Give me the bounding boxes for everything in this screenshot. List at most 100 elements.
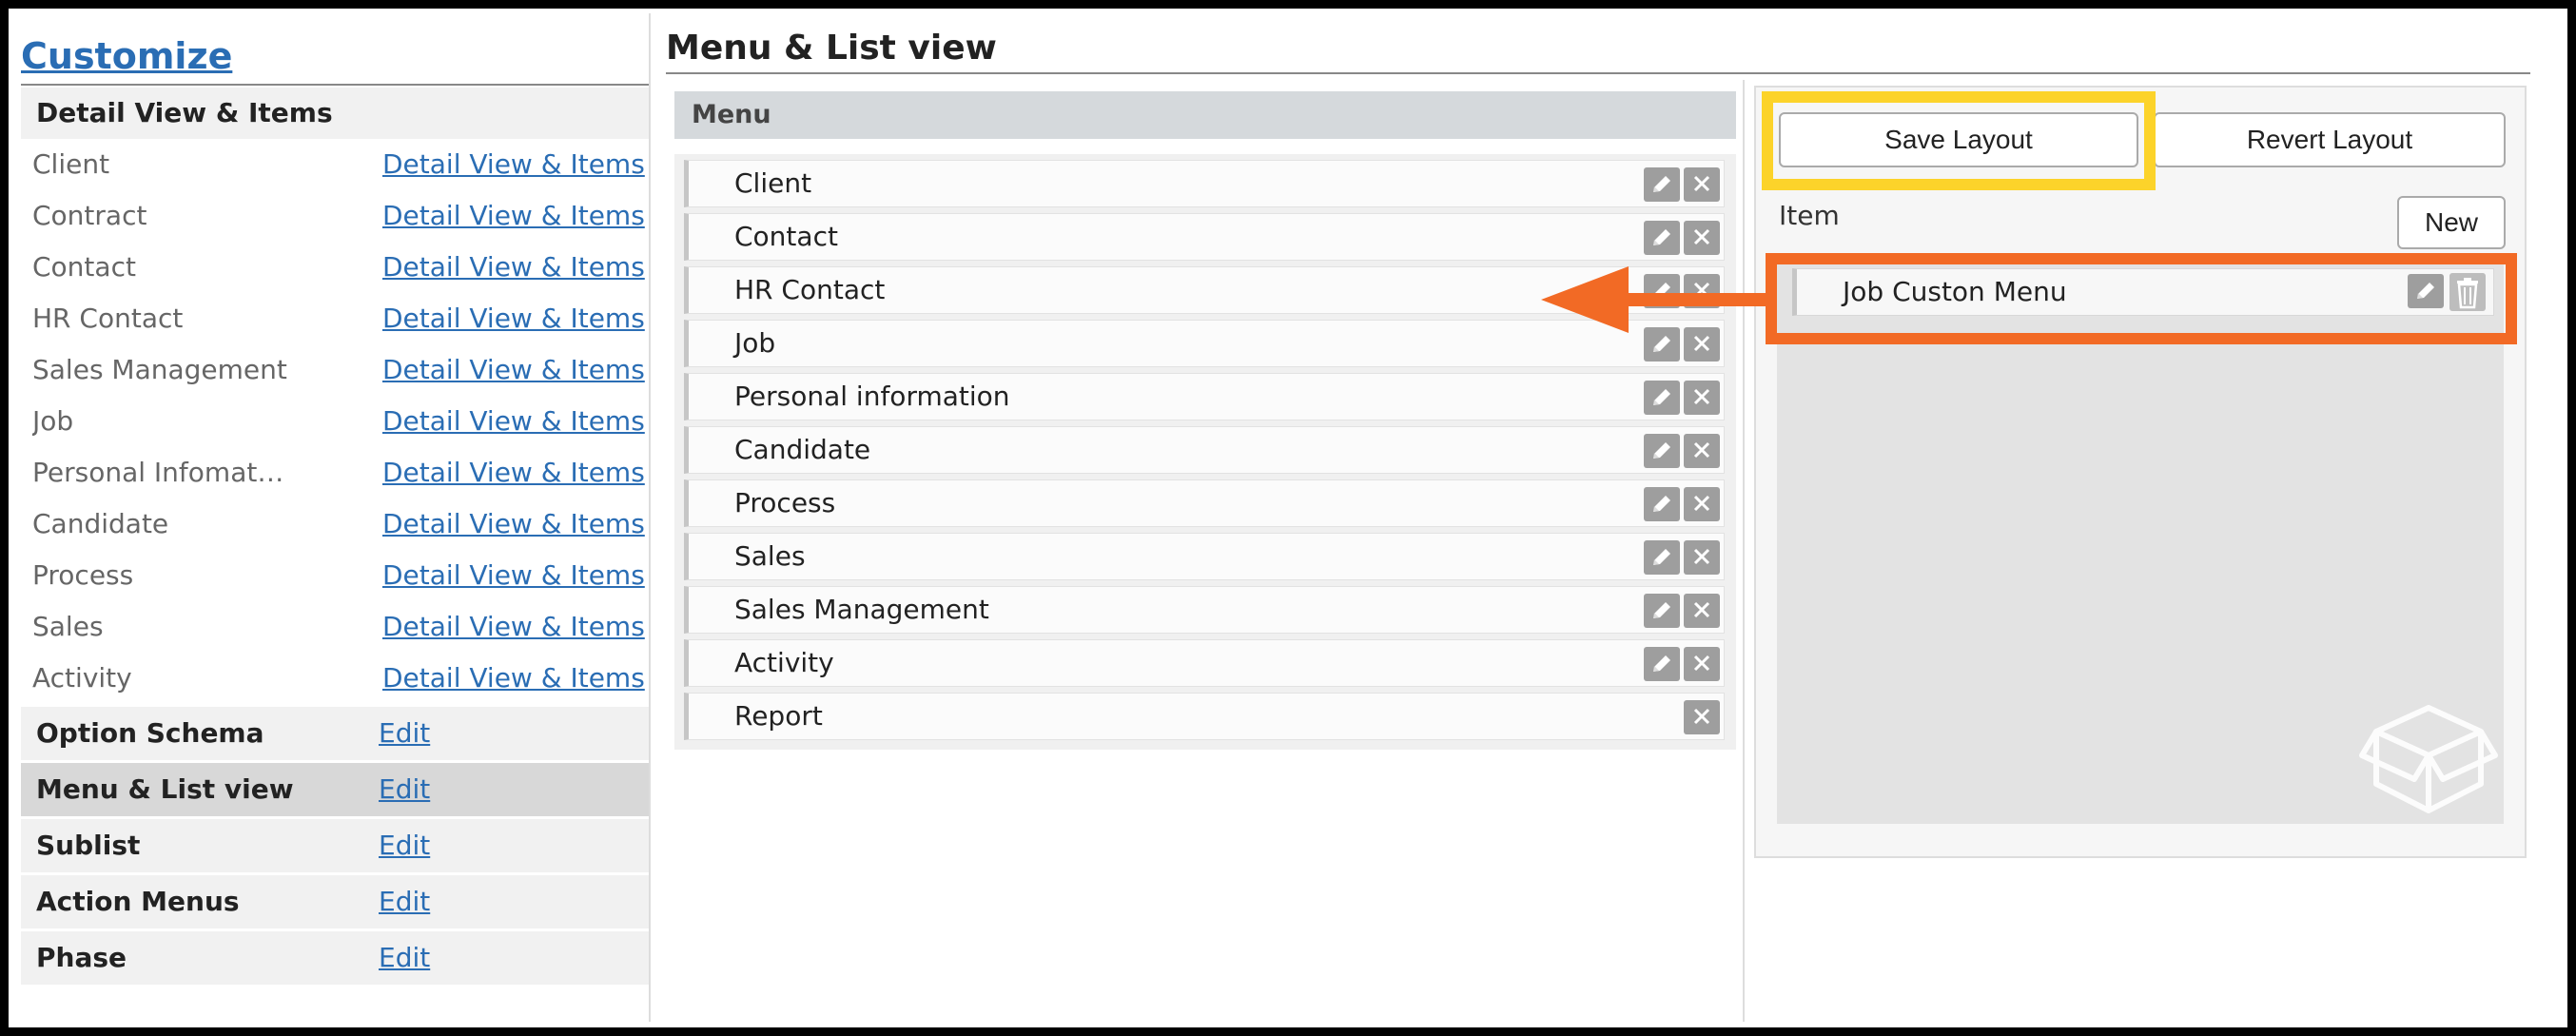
group-label: Menu & List view <box>36 773 294 805</box>
edit-link[interactable]: Edit <box>379 707 430 760</box>
section-head-detail-view: Detail View & Items <box>21 88 649 139</box>
menu-item-label: Process <box>734 487 836 518</box>
item-label: Item <box>1779 200 1840 231</box>
menu-panel: Menu Client Contact HR Contact Job Personal … <box>674 91 1736 757</box>
edit-pencil-icon[interactable] <box>1644 221 1680 255</box>
group-label: Sublist <box>36 830 141 861</box>
customize-title-link[interactable]: Customize <box>21 29 649 84</box>
menu-header: Menu <box>674 91 1736 139</box>
detail-view-link[interactable]: Detail View & Items <box>382 447 645 498</box>
delete-x-icon[interactable] <box>1684 434 1720 468</box>
edit-pencil-icon[interactable] <box>1644 540 1680 575</box>
sidebar-row-process: Process Detail View & Items <box>21 550 649 601</box>
delete-x-icon[interactable] <box>1684 381 1720 415</box>
detail-view-link[interactable]: Detail View & Items <box>382 550 645 601</box>
menu-list-item[interactable]: Process <box>684 479 1725 527</box>
group-menu-list-view: Menu & List view Edit <box>21 763 649 816</box>
detail-view-link[interactable]: Detail View & Items <box>382 139 645 190</box>
save-highlight-box <box>1762 91 2156 190</box>
menu-list-item[interactable]: Sales Management <box>684 586 1725 634</box>
menu-list-item[interactable]: Report <box>684 693 1725 740</box>
detail-view-link[interactable]: Detail View & Items <box>382 601 645 653</box>
menu-list-item[interactable]: Contact <box>684 213 1725 261</box>
sidebar-row-label: Process <box>32 559 134 591</box>
menu-item-label: Sales Management <box>734 594 989 625</box>
sidebar-row-label: Client <box>32 148 110 180</box>
menu-item-label: Activity <box>734 647 834 678</box>
menu-item-label: Sales <box>734 540 806 572</box>
detail-view-link[interactable]: Detail View & Items <box>382 293 645 344</box>
edit-link[interactable]: Edit <box>379 819 430 872</box>
group-sublist: Sublist Edit <box>21 819 649 872</box>
edit-pencil-icon[interactable] <box>1644 594 1680 628</box>
sidebar-row-label: Personal Infomati⋯ <box>32 457 289 488</box>
detail-view-link[interactable]: Detail View & Items <box>382 242 645 293</box>
detail-view-link[interactable]: Detail View & Items <box>382 190 645 242</box>
edit-link[interactable]: Edit <box>379 931 430 985</box>
delete-x-icon[interactable] <box>1684 594 1720 628</box>
sidebar-row-contract: Contract Detail View & Items <box>21 190 649 242</box>
detail-view-link[interactable]: Detail View & Items <box>382 344 645 396</box>
sidebar-row-client: Client Detail View & Items <box>21 139 649 190</box>
sidebar-row-label: Candidate <box>32 508 169 539</box>
sidebar-row-sales-management: Sales Management Detail View & Items <box>21 344 649 396</box>
sidebar-row-label: HR Contact <box>32 303 184 334</box>
edit-link[interactable]: Edit <box>379 763 430 816</box>
edit-pencil-icon[interactable] <box>1644 434 1680 468</box>
delete-x-icon[interactable] <box>1684 167 1720 202</box>
new-button[interactable]: New <box>2397 196 2506 249</box>
menu-list-item[interactable]: Client <box>684 160 1725 207</box>
menu-item-label: Personal information <box>734 381 1010 412</box>
menu-list-item[interactable]: Candidate <box>684 426 1725 474</box>
edit-pencil-icon[interactable] <box>1644 381 1680 415</box>
menu-list-item[interactable]: Activity <box>684 639 1725 687</box>
detail-view-link[interactable]: Detail View & Items <box>382 498 645 550</box>
menu-item-label: Report <box>734 700 823 732</box>
menu-item-label: Client <box>734 167 812 199</box>
group-option-schema: Option Schema Edit <box>21 707 649 760</box>
sidebar-row-label: Activity <box>32 662 132 694</box>
sidebar-row-label: Job <box>32 405 74 437</box>
edit-link[interactable]: Edit <box>379 875 430 928</box>
sidebar-separator <box>649 13 651 1022</box>
sidebar-row-label: Contact <box>32 251 136 283</box>
panel-separator <box>1743 80 1745 1022</box>
group-label: Option Schema <box>36 717 264 749</box>
delete-x-icon[interactable] <box>1684 700 1720 734</box>
menu-item-label: HR Contact <box>734 274 886 305</box>
detail-view-link[interactable]: Detail View & Items <box>382 653 645 704</box>
menu-list-item[interactable]: Sales <box>684 533 1725 580</box>
sidebar-row-label: Sales <box>32 611 104 642</box>
edit-pencil-icon[interactable] <box>1644 167 1680 202</box>
sidebar-row-candidate: Candidate Detail View & Items <box>21 498 649 550</box>
sidebar-row-activity: Activity Detail View & Items <box>21 653 649 704</box>
detail-view-link[interactable]: Detail View & Items <box>382 396 645 447</box>
edit-pencil-icon[interactable] <box>1644 647 1680 681</box>
item-highlight-box <box>1766 253 2517 344</box>
group-action-menus: Action Menus Edit <box>21 875 649 928</box>
sidebar-row-label: Contract <box>32 200 147 231</box>
revert-layout-button[interactable]: Revert Layout <box>2154 112 2506 167</box>
delete-x-icon[interactable] <box>1684 540 1720 575</box>
edit-pencil-icon[interactable] <box>1644 487 1680 521</box>
sidebar: Customize Detail View & Items Client Deta… <box>21 29 649 985</box>
title-divider <box>666 72 2530 74</box>
menu-item-label: Job <box>734 327 776 359</box>
sidebar-divider <box>21 84 649 86</box>
group-label: Action Menus <box>36 886 240 917</box>
group-label: Phase <box>36 942 127 973</box>
drag-arrow-icon <box>1541 266 1773 333</box>
sidebar-row-personal-info: Personal Infomati⋯ Detail View & Items <box>21 447 649 498</box>
sidebar-row-sales: Sales Detail View & Items <box>21 601 649 653</box>
delete-x-icon[interactable] <box>1684 487 1720 521</box>
delete-x-icon[interactable] <box>1684 221 1720 255</box>
menu-list-item[interactable]: Personal information <box>684 373 1725 420</box>
sidebar-row-contact: Contact Detail View & Items <box>21 242 649 293</box>
sidebar-row-hr-contact: HR Contact Detail View & Items <box>21 293 649 344</box>
empty-box-icon <box>2359 705 2498 813</box>
delete-x-icon[interactable] <box>1684 647 1720 681</box>
sidebar-row-job: Job Detail View & Items <box>21 396 649 447</box>
menu-list: Client Contact HR Contact Job Personal infor… <box>684 160 1725 740</box>
page-title: Menu & List view <box>666 29 997 68</box>
menu-list-container: Client Contact HR Contact Job Personal infor… <box>674 154 1736 750</box>
